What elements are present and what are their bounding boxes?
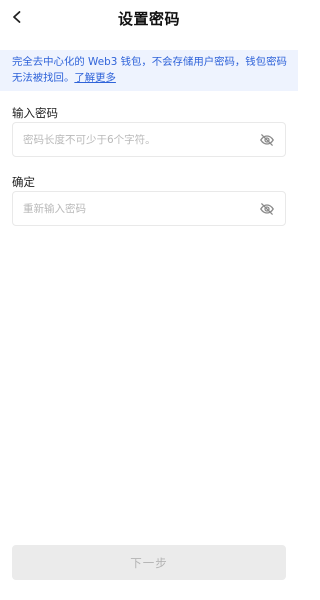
password-input[interactable]	[23, 123, 253, 156]
password-field	[12, 122, 286, 157]
confirm-field	[12, 191, 286, 226]
security-notice: 完全去中心化的 Web3 钱包，不会存储用户密码，钱包密码无法被找回。了解更多	[0, 50, 298, 91]
page-title: 设置密码	[117, 10, 180, 28]
eye-off-icon[interactable]	[259, 201, 275, 217]
password-label: 输入密码	[12, 106, 58, 120]
confirm-label: 确定	[12, 175, 35, 189]
notice-text: 完全去中心化的 Web3 钱包，不会存储用户密码，钱包密码无法被找回。	[12, 56, 287, 84]
header-bar: 设置密码	[0, 0, 298, 36]
confirm-password-input[interactable]	[23, 192, 253, 225]
eye-off-icon[interactable]	[259, 132, 275, 148]
learn-more-link[interactable]: 了解更多	[74, 72, 116, 84]
next-step-button[interactable]: 下一步	[12, 545, 286, 580]
